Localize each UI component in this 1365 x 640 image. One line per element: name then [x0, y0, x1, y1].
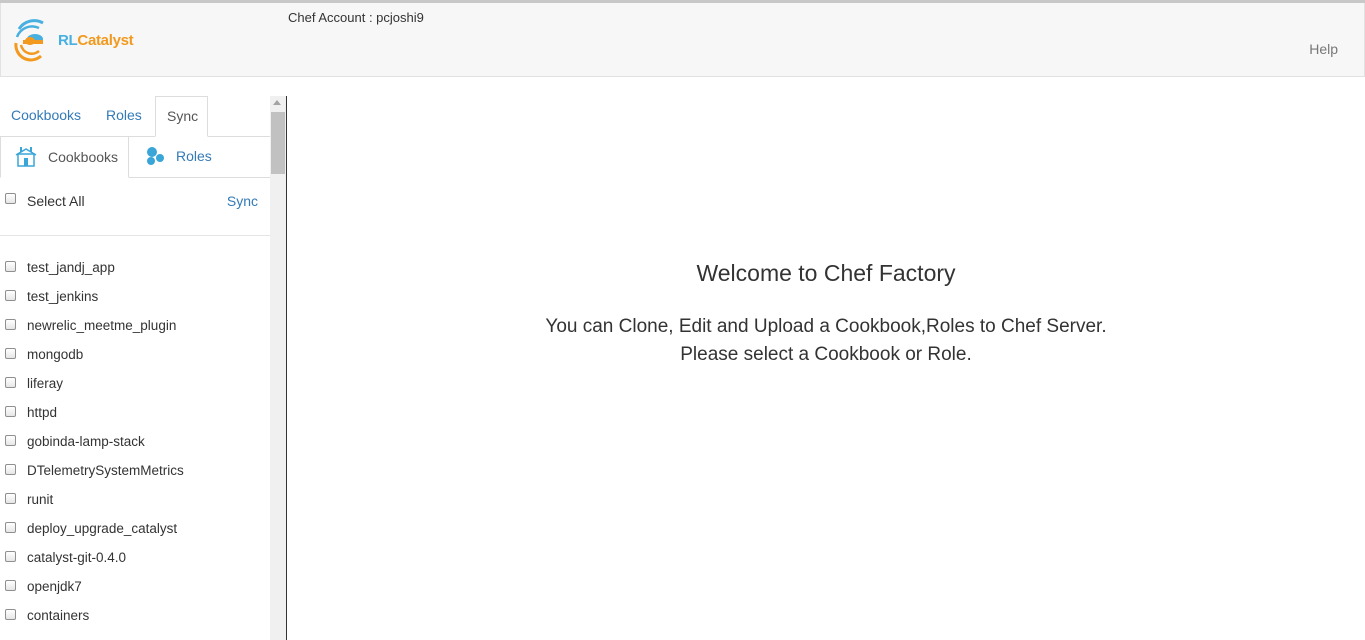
item-checkbox[interactable] [5, 261, 16, 272]
cookbook-icon [15, 147, 37, 167]
item-label: newrelic_meetme_plugin [27, 318, 177, 333]
logo-rl: RL [58, 32, 78, 49]
list-item[interactable]: openjdk7 [0, 577, 264, 606]
item-label: test_jandj_app [27, 260, 115, 275]
help-link[interactable]: Help [1309, 41, 1338, 57]
sync-tab-roles[interactable]: Roles [129, 136, 229, 177]
item-checkbox[interactable] [5, 464, 16, 475]
app-header: RLCatalyst Chef Account : pcjoshi9 Help [0, 3, 1365, 77]
item-label: test_jenkins [27, 289, 99, 304]
item-checkbox[interactable] [5, 493, 16, 504]
tab-roles[interactable]: Roles [95, 96, 153, 135]
item-checkbox[interactable] [5, 551, 16, 562]
item-checkbox[interactable] [5, 377, 16, 388]
item-checkbox[interactable] [5, 319, 16, 330]
roles-icon [147, 147, 164, 165]
item-label: deploy_upgrade_catalyst [27, 521, 178, 536]
main-tabs: Cookbooks Roles Sync [0, 96, 270, 137]
item-checkbox[interactable] [5, 609, 16, 620]
item-label: httpd [27, 405, 58, 420]
item-label: runit [27, 492, 54, 507]
item-checkbox[interactable] [5, 406, 16, 417]
item-checkbox[interactable] [5, 290, 16, 301]
welcome-title: Welcome to Chef Factory [696, 260, 956, 286]
divider [0, 235, 270, 236]
logo-catalyst: Catalyst [77, 32, 134, 49]
item-label: mongodb [27, 347, 84, 362]
scroll-up-icon[interactable] [273, 100, 281, 105]
item-checkbox[interactable] [5, 348, 16, 359]
select-all-label: Select All [27, 193, 85, 209]
list-item[interactable]: runit [0, 490, 264, 519]
sidebar-scrollbar[interactable] [270, 96, 286, 640]
chef-account-label: Chef Account : pcjoshi9 [288, 10, 424, 25]
item-label: openjdk7 [27, 579, 82, 594]
sidebar: Cookbooks Roles Sync Cookbooks Roles Sel… [0, 96, 270, 640]
list-item[interactable]: containers [0, 606, 264, 635]
sync-tab-cookbooks[interactable]: Cookbooks [0, 136, 129, 178]
list-item[interactable]: test_jenkins [0, 287, 264, 316]
welcome-line-2: Please select a Cookbook or Role. [680, 344, 972, 365]
tab-sync[interactable]: Sync [155, 96, 208, 137]
list-item[interactable]: mongodb [0, 345, 264, 374]
list-item[interactable]: test_jandj_app [0, 258, 264, 287]
welcome-line-1: You can Clone, Edit and Upload a Cookboo… [545, 316, 1107, 337]
item-checkbox[interactable] [5, 580, 16, 591]
welcome-message: You can Clone, Edit and Upload a Cookboo… [287, 313, 1365, 369]
main-content: Welcome to Chef Factory You can Clone, E… [287, 96, 1365, 640]
list-item[interactable]: catalyst-git-0.4.0 [0, 548, 264, 577]
rlcatalyst-logo[interactable]: RLCatalyst [13, 19, 134, 63]
sync-tabs: Cookbooks Roles [0, 136, 270, 178]
sync-tab-cookbooks-label: Cookbooks [48, 149, 119, 165]
item-label: liferay [27, 376, 64, 391]
scroll-thumb[interactable] [271, 112, 285, 174]
cookbook-list: test_jandj_app test_jenkins newrelic_meetm… [0, 258, 264, 635]
item-checkbox[interactable] [5, 435, 16, 446]
list-item[interactable]: liferay [0, 374, 264, 403]
item-label: gobinda-lamp-stack [27, 434, 145, 449]
logo-swirl-icon [14, 19, 44, 62]
list-item[interactable]: DTelemetrySystemMetrics [0, 461, 264, 490]
sync-button[interactable]: Sync [227, 193, 258, 209]
list-item[interactable]: newrelic_meetme_plugin [0, 316, 264, 345]
item-label: containers [27, 608, 90, 623]
list-item[interactable]: deploy_upgrade_catalyst [0, 519, 264, 548]
list-item[interactable]: gobinda-lamp-stack [0, 432, 264, 461]
tab-cookbooks[interactable]: Cookbooks [0, 96, 92, 135]
select-all-row: Select All Sync [0, 188, 264, 214]
select-all-checkbox[interactable] [5, 193, 16, 204]
list-item[interactable]: httpd [0, 403, 264, 432]
logo-text: RLCatalyst [58, 32, 134, 49]
item-checkbox[interactable] [5, 522, 16, 533]
item-label: catalyst-git-0.4.0 [27, 550, 127, 565]
sync-tab-roles-label: Roles [176, 148, 212, 164]
item-label: DTelemetrySystemMetrics [27, 463, 184, 478]
